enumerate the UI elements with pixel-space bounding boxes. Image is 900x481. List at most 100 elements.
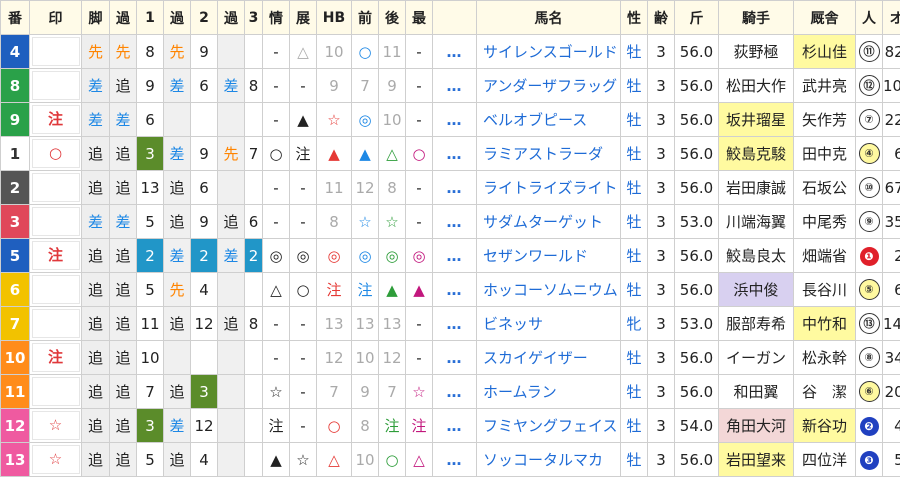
header-cell[interactable]: HB [316,0,352,35]
more-button[interactable]: … [432,136,477,171]
more-button[interactable]: … [432,340,477,375]
more-button[interactable]: … [432,272,477,307]
header-cell[interactable]: 後 [378,0,406,35]
mark-cell[interactable]: ☆ [29,408,82,443]
mark-select[interactable]: 注 [31,105,80,134]
header-cell[interactable]: 馬名 [476,0,621,35]
age: 3 [647,272,675,307]
mark-cell[interactable] [29,204,82,239]
table-row[interactable]: 7追追11追12追8--131313-…ビネッサ牝353.0服部寿希中竹和⑬14… [0,306,900,341]
mark-cell[interactable] [29,34,82,69]
header-cell[interactable]: 展 [289,0,317,35]
table-row[interactable]: 13☆追追5追4▲☆△10○△…ソッコータルマカ牡356.0岩田望来四位洋❸5.… [0,442,900,477]
race3-rank [244,442,263,477]
header-cell[interactable]: 過 [163,0,191,35]
mark-cell[interactable]: 注 [29,340,82,375]
header-cell[interactable]: 性 [620,0,648,35]
header-cell[interactable]: オッ [882,0,900,35]
mark-cell[interactable]: ○ [29,136,82,171]
horse-name-link[interactable]: サイレンスゴールド [476,34,621,69]
more-button[interactable]: … [432,34,477,69]
mark-select[interactable]: ☆ [31,445,80,474]
table-row[interactable]: 1○追追3差9先7○注▲▲△○…ラミアストラーダ牡356.0鮫島克駿田中克④6.… [0,136,900,171]
mark-select[interactable]: ☆ [31,411,80,440]
header-cell[interactable]: 過 [109,0,137,35]
header-cell[interactable]: 前 [351,0,379,35]
header-cell[interactable]: 騎手 [718,0,794,35]
header-cell[interactable]: 脚 [81,0,110,35]
mark-select[interactable] [31,309,80,338]
table-row[interactable]: 10注追追10--121012-…スカイゲイザー牡356.0イーガン松永幹⑧34… [0,340,900,375]
header-cell[interactable]: 3 [244,0,263,35]
more-button[interactable]: … [432,68,477,103]
weight: 53.0 [674,306,719,341]
mark-cell[interactable] [29,374,82,409]
mark-select[interactable]: ○ [31,139,80,168]
horse-name-link[interactable]: ホームラン [476,374,621,409]
horse-name-link[interactable]: フミヤングフェイス [476,408,621,443]
header-cell[interactable]: 厩舎 [793,0,856,35]
horse-name-link[interactable]: アンダーザフラッグ [476,68,621,103]
horse-name-link[interactable]: ライトライズライト [476,170,621,205]
horse-name-link[interactable]: ベルオブピース [476,102,621,137]
more-button[interactable]: … [432,238,477,273]
horse-name-link[interactable]: セザンワールド [476,238,621,273]
header-cell[interactable]: 2 [190,0,218,35]
jockey: 岩田望来 [718,442,794,477]
header-cell[interactable]: 人 [855,0,883,35]
mark-select[interactable] [31,275,80,304]
hb-mark: 12 [316,340,352,375]
mark-select[interactable] [31,377,80,406]
table-row[interactable]: 12☆追追3差12注-○8注注…フミヤングフェイス牡354.0角田大河新谷功❷4… [0,408,900,443]
header-cell[interactable] [432,0,477,35]
horse-number: 7 [0,306,30,341]
header-cell[interactable]: 情 [262,0,290,35]
mark-cell[interactable]: ☆ [29,442,82,477]
zenso-mark: 注 [351,272,379,307]
race1-pass: 追 [109,68,137,103]
trainer: 中尾秀 [793,204,856,239]
header-cell[interactable]: 印 [29,0,82,35]
more-button[interactable]: … [432,306,477,341]
table-row[interactable]: 3差差5追9追6--8☆☆-…サダムターゲット牡353.0川端海翼中尾秀⑨35.… [0,204,900,239]
table-row[interactable]: 11追追7追3☆-797☆…ホームラン牡356.0和田翼谷 潔⑥20.5 [0,374,900,409]
mark-cell[interactable] [29,68,82,103]
horse-name-link[interactable]: サダムターゲット [476,204,621,239]
mark-cell[interactable] [29,170,82,205]
more-button[interactable]: … [432,374,477,409]
more-button[interactable]: … [432,170,477,205]
horse-name-link[interactable]: ラミアストラーダ [476,136,621,171]
mark-cell[interactable] [29,272,82,307]
mark-cell[interactable] [29,306,82,341]
more-button[interactable]: … [432,442,477,477]
more-button[interactable]: … [432,102,477,137]
horse-name-link[interactable]: ソッコータルマカ [476,442,621,477]
mark-cell[interactable]: 注 [29,238,82,273]
header-cell[interactable]: 最 [405,0,433,35]
more-button[interactable]: … [432,408,477,443]
mark-select[interactable] [31,71,80,100]
header-cell[interactable]: 齢 [647,0,675,35]
mark-select[interactable]: 注 [31,343,80,372]
header-cell[interactable]: 過 [217,0,245,35]
header-cell[interactable]: 番 [0,0,30,35]
more-button[interactable]: … [432,204,477,239]
mark-select[interactable] [31,207,80,236]
horse-name-link[interactable]: ビネッサ [476,306,621,341]
mark-select[interactable]: 注 [31,241,80,270]
table-row[interactable]: 9注差差6-▲☆◎10-…ベルオブピース牡356.0坂井瑠星矢作芳⑦22.5 [0,102,900,137]
mark-select[interactable] [31,37,80,66]
table-row[interactable]: 5注追追2差2差2◎◎◎◎◎◎…セザンワールド牡356.0鮫島良太畑端省❶2.6 [0,238,900,273]
horse-name-link[interactable]: ホッコーソムニウム [476,272,621,307]
header-cell[interactable]: 斤 [674,0,719,35]
mark-cell[interactable]: 注 [29,102,82,137]
table-row[interactable]: 4先先8先9-△10○11-…サイレンスゴールド牡356.0荻野極杉山佳⑪82.… [0,34,900,69]
tenkai-mark: - [289,374,317,409]
horse-name-link[interactable]: スカイゲイザー [476,340,621,375]
table-row[interactable]: 2 追追 13 追 6- -11 12 8-… ライトライズライト牡 3 56.0 岩田康誠 石坂公 ⑩ 6… [0,170,900,205]
table-row[interactable]: 8差追9差6差8--979-…アンダーザフラッグ牡356.0松田大作武井亮⑫10… [0,68,900,103]
weight: 56.0 [674,340,719,375]
header-cell[interactable]: 1 [136,0,164,35]
mark-select[interactable] [31,173,80,202]
table-row[interactable]: 6追追5先4△○注注▲▲…ホッコーソムニウム牡356.0浜中俊長谷川⑤6.8 [0,272,900,307]
